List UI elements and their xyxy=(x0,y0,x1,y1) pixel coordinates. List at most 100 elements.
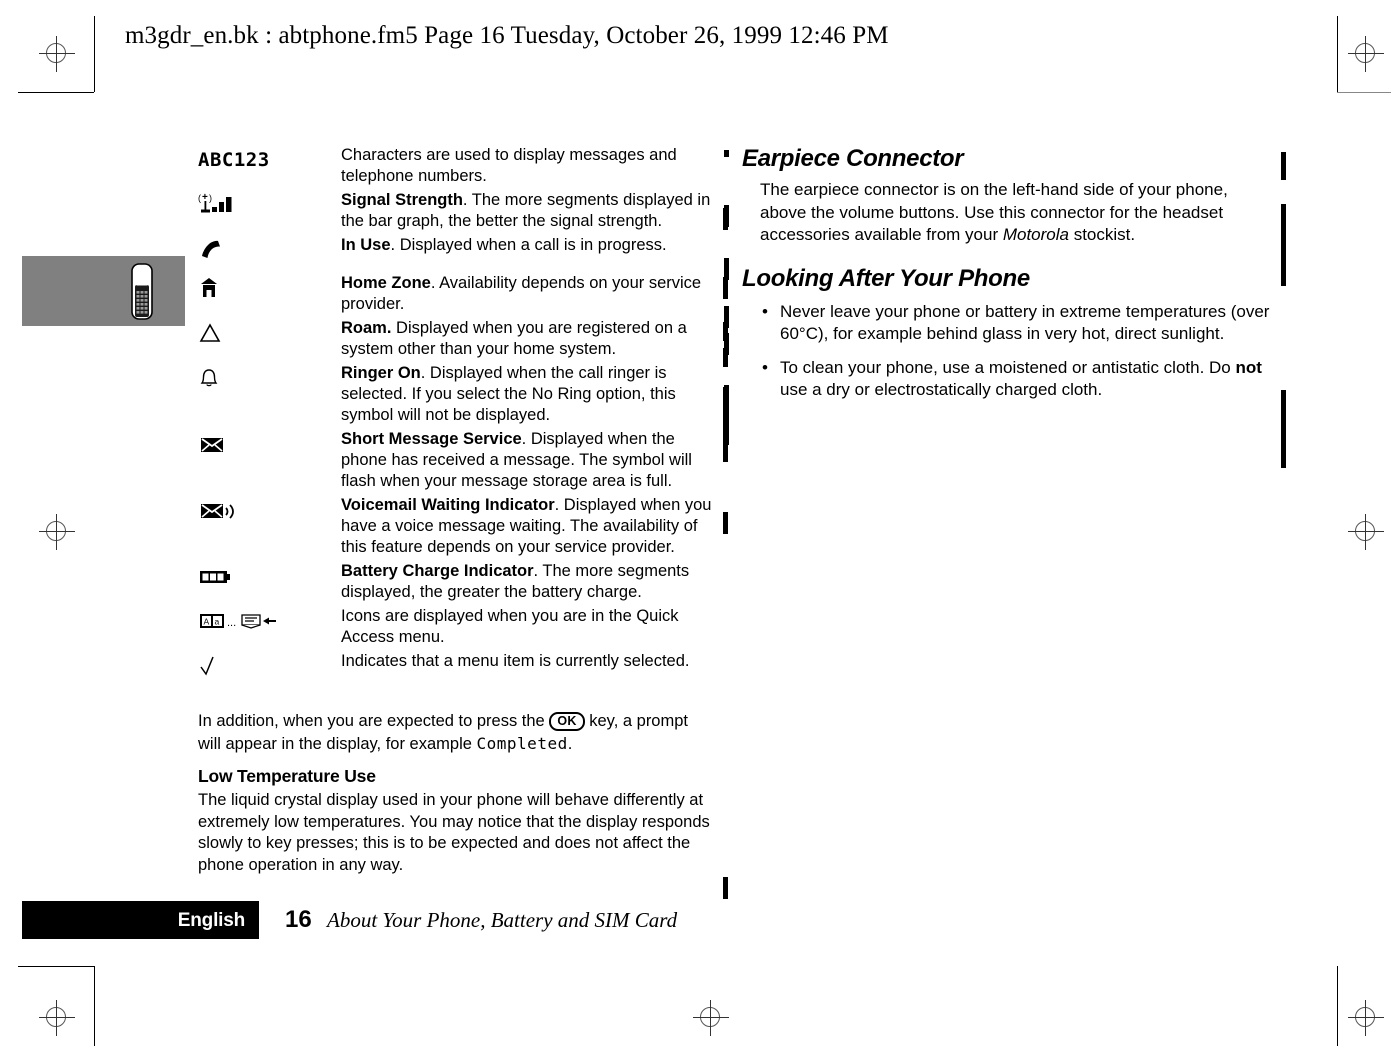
bullet-marker: • xyxy=(762,301,768,321)
table-row: Ringer On. Displayed when the call ringe… xyxy=(198,363,713,429)
in-addition-paragraph: In addition, when you are expected to pr… xyxy=(198,711,713,755)
symbol-term: Battery Charge Indicator xyxy=(341,562,534,580)
list-item: • To clean your phone, use a moistened or… xyxy=(762,357,1272,402)
change-bar xyxy=(724,306,729,328)
earpiece-connector-heading: Earpiece Connector xyxy=(742,145,964,172)
registration-hline xyxy=(1348,1017,1384,1018)
table-row: Short Message Service. Displayed when th… xyxy=(198,429,713,495)
bullet-text-bold: not xyxy=(1235,357,1262,377)
registration-mark-top-right xyxy=(1348,36,1384,72)
symbol-term: Signal Strength xyxy=(341,191,463,209)
running-header-text: m3gdr_en.bk : abtphone.fm5 Page 16 Tuesd… xyxy=(125,22,889,49)
lcd-characters-icon: ABC123 xyxy=(198,149,270,171)
battery-charge-icon xyxy=(200,571,230,583)
symbol-description-text: . Displayed when a call is in progress. xyxy=(390,236,667,254)
symbol-cell xyxy=(198,318,341,363)
registration-mark-bottom-right xyxy=(1348,1000,1384,1036)
registration-vline xyxy=(56,514,57,550)
crop-mark-bottom-left-horizontal xyxy=(18,966,94,967)
symbol-description: Roam. Displayed when you are registered … xyxy=(341,318,713,363)
table-row: In Use. Displayed when a call is in prog… xyxy=(198,235,713,273)
table-row: Roam. Displayed when you are registered … xyxy=(198,318,713,363)
table-row: Voicemail Waiting Indicator. Displayed w… xyxy=(198,495,713,561)
svg-text:...: ... xyxy=(227,617,236,629)
registration-hline xyxy=(1348,53,1384,54)
table-row: ABC123 Characters are used to display me… xyxy=(198,145,713,190)
change-bar xyxy=(723,277,728,299)
registration-hline xyxy=(39,531,75,532)
symbol-description: Battery Charge Indicator. The more segme… xyxy=(341,561,713,606)
display-symbols-table: ABC123 Characters are used to display me… xyxy=(198,145,713,689)
symbol-description-text: Displayed when you are registered on a s… xyxy=(341,319,687,358)
change-bar xyxy=(1281,390,1286,468)
symbol-cell: A a ... xyxy=(198,606,341,651)
change-bar xyxy=(724,258,729,280)
symbol-description: Voicemail Waiting Indicator. Displayed w… xyxy=(341,495,713,561)
symbol-cell xyxy=(198,363,341,429)
registration-vline xyxy=(710,1000,711,1036)
registration-mark-bottom-left xyxy=(39,1000,75,1036)
table-row: Home Zone. Availability depends on your … xyxy=(198,273,713,318)
earpiece-connector-body: The earpiece connector is on the left-ha… xyxy=(742,179,1272,247)
table-row: Indicates that a menu item is currently … xyxy=(198,651,713,689)
registration-hline xyxy=(1348,531,1384,532)
registration-vline xyxy=(1365,1000,1366,1036)
earpiece-body-part2: stockist. xyxy=(1068,225,1136,244)
registration-mark-bottom-center xyxy=(693,1000,729,1036)
change-bar xyxy=(723,512,728,534)
symbol-term: Ringer On xyxy=(341,364,421,382)
symbol-cell xyxy=(198,651,341,689)
ringer-bell-icon xyxy=(200,369,218,387)
crop-mark-bottom-right-vertical xyxy=(1337,966,1338,1046)
crop-mark-top-left-horizontal xyxy=(18,92,94,93)
crop-mark-bottom-left-vertical xyxy=(94,966,95,1046)
chapter-tab-box xyxy=(22,256,185,326)
message-send-icon xyxy=(241,614,261,629)
signal-strength-icon: ( + ) xyxy=(198,192,232,213)
symbol-term: Home Zone xyxy=(341,274,431,292)
footer-section-title: About Your Phone, Battery and SIM Card xyxy=(327,908,678,932)
voicemail-envelope-waves-icon xyxy=(201,504,234,519)
low-temperature-heading: Low Temperature Use xyxy=(198,766,376,786)
bullet-text-part1: To clean your phone, use a moistened or … xyxy=(780,357,1236,377)
symbol-cell xyxy=(198,273,341,318)
change-bar xyxy=(724,150,729,157)
earpiece-body-part1: The earpiece connector is on the left-ha… xyxy=(760,180,1228,244)
registration-vline xyxy=(56,36,57,72)
in-use-handset-icon xyxy=(202,240,220,258)
symbol-term: In Use xyxy=(341,236,391,254)
registration-vline xyxy=(1365,514,1366,550)
crop-mark-top-right-horizontal xyxy=(1337,92,1391,93)
registration-mark-left-middle xyxy=(39,514,75,550)
left-arrow-icon xyxy=(263,617,276,625)
registration-hline xyxy=(693,1017,729,1018)
symbol-description: Icons are displayed when you are in the … xyxy=(341,606,713,651)
registration-vline xyxy=(1365,36,1366,72)
symbol-description: Short Message Service. Displayed when th… xyxy=(341,429,713,495)
symbol-description: In Use. Displayed when a call is in prog… xyxy=(341,235,713,273)
symbol-description-text: Characters are used to display messages … xyxy=(341,146,677,185)
symbol-description-text: Indicates that a menu item is currently … xyxy=(341,652,690,670)
symbol-description: Home Zone. Availability depends on your … xyxy=(341,273,713,318)
footer-page-number: 16 xyxy=(285,906,312,933)
in-addition-text-part1: In addition, when you are expected to pr… xyxy=(198,712,550,730)
table-row: A a ... Icons are displayed when you are… xyxy=(198,606,713,651)
symbol-description: Characters are used to display messages … xyxy=(341,145,713,190)
symbol-cell: ( + ) xyxy=(198,190,341,235)
motorola-brand-text: Motorola xyxy=(1002,225,1069,244)
symbol-description: Ringer On. Displayed when the call ringe… xyxy=(341,363,713,429)
svg-text:a: a xyxy=(215,617,220,627)
bullet-marker: • xyxy=(762,357,768,377)
quick-access-menu-icons: A a ... xyxy=(200,614,276,629)
svg-text:A: A xyxy=(204,617,210,627)
lcd-example-text: Completed xyxy=(476,733,568,753)
symbol-cell xyxy=(198,561,341,606)
symbol-term: Voicemail Waiting Indicator xyxy=(341,496,555,514)
low-temperature-body: The liquid crystal display used in your … xyxy=(198,791,710,874)
symbol-description: Signal Strength. The more segments displ… xyxy=(341,190,713,235)
symbol-term: Roam. xyxy=(341,319,392,337)
registration-hline xyxy=(39,1017,75,1018)
symbol-description-text: Icons are displayed when you are in the … xyxy=(341,607,679,646)
ok-key-glyph: OK xyxy=(549,712,585,731)
crop-mark-top-right-vertical xyxy=(1337,16,1338,92)
